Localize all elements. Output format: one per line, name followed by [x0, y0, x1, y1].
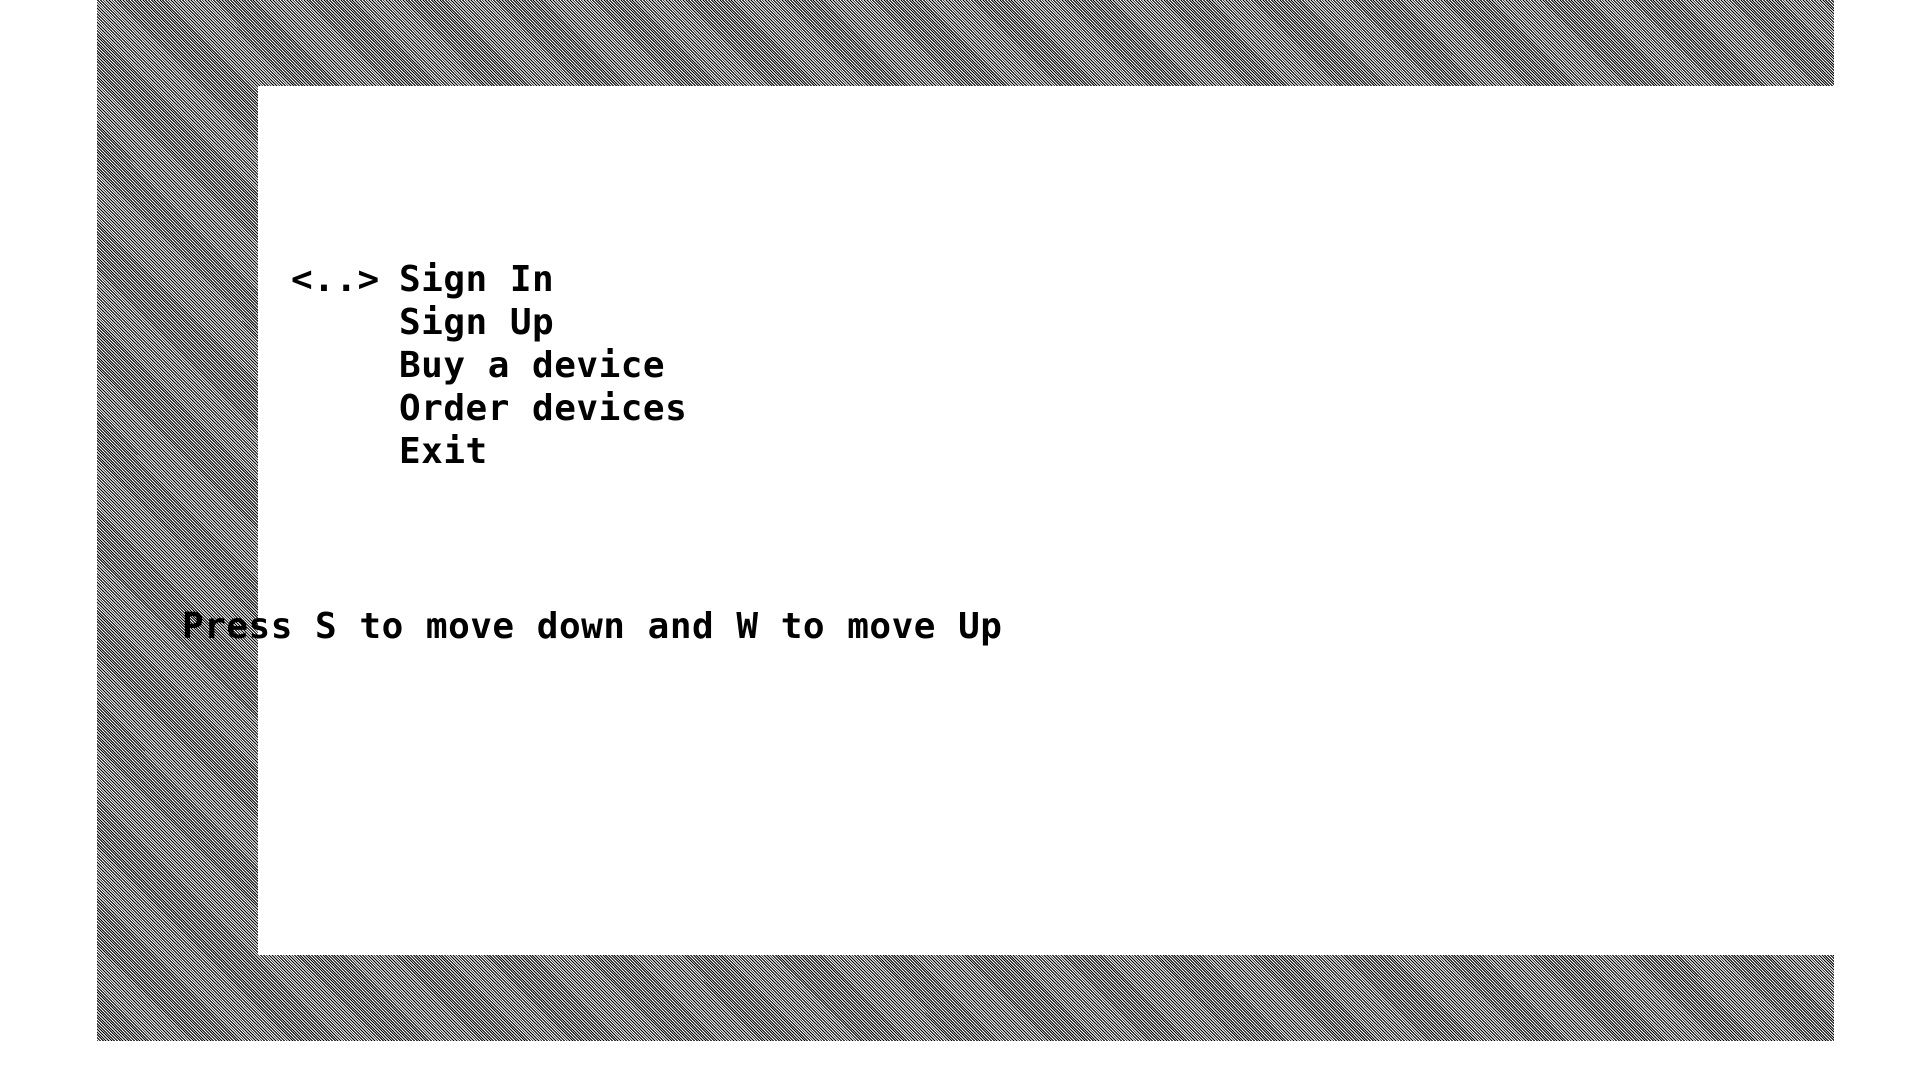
menu-item-buy-a-device[interactable]: Buy a device [399, 344, 687, 387]
console-window-frame [97, 0, 1865, 1041]
menu-item-order-devices[interactable]: Order devices [399, 387, 687, 430]
main-menu: Sign In Sign Up Buy a device Order devic… [399, 258, 687, 473]
desktop: <..> Sign In Sign Up Buy a device Order … [0, 0, 1920, 1080]
navigation-hint: Press S to move down and W to move Up [182, 606, 1003, 647]
menu-item-sign-in[interactable]: Sign In [399, 258, 687, 301]
menu-item-exit[interactable]: Exit [399, 430, 687, 473]
menu-item-sign-up[interactable]: Sign Up [399, 301, 687, 344]
menu-selection-cursor: <..> [291, 259, 380, 300]
console-screen[interactable] [258, 86, 1865, 955]
